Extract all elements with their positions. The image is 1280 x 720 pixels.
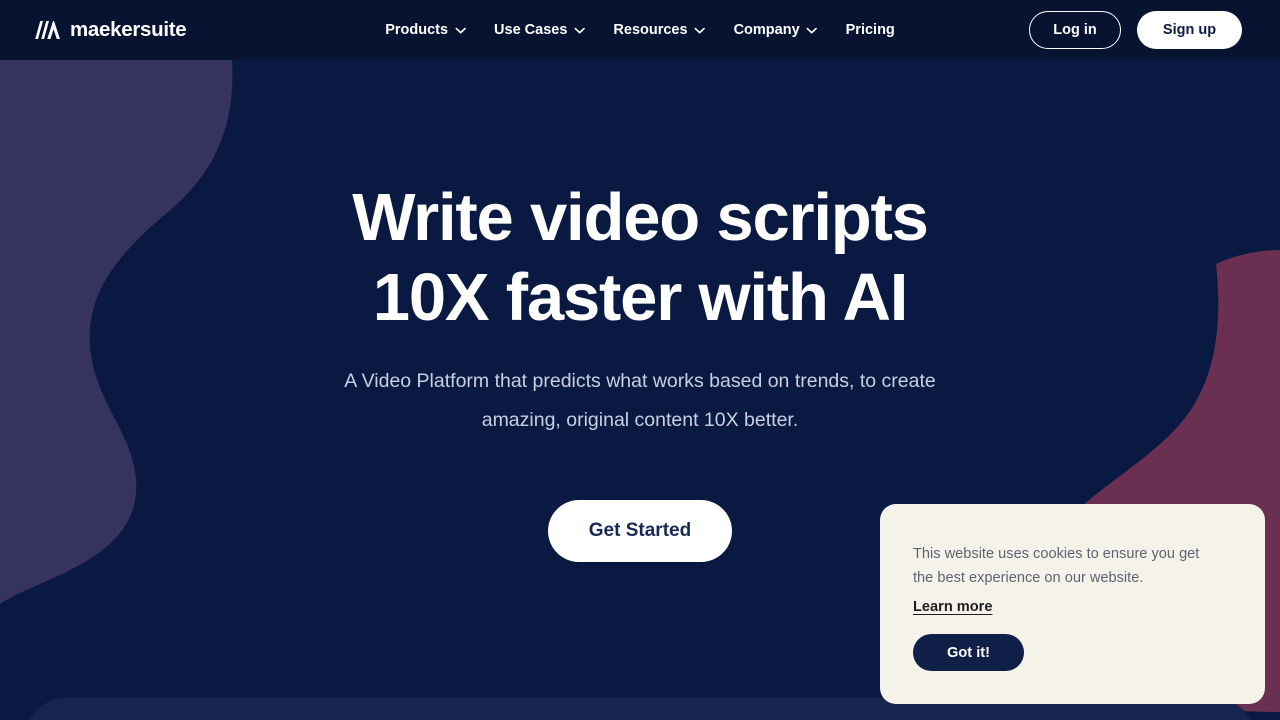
nav-item-label: Use Cases: [494, 22, 568, 38]
cookie-message-line-2: the best experience on our website.: [913, 570, 1144, 586]
brand-logo[interactable]: maekersuite: [34, 18, 187, 42]
brand-name: maekersuite: [70, 18, 187, 41]
main-navbar: maekersuite Products Use Cases Resources: [0, 0, 1280, 60]
nav-links: Products Use Cases Resources Company Pri…: [385, 22, 895, 38]
chevron-down-icon: [574, 27, 586, 33]
login-button[interactable]: Log in: [1029, 11, 1121, 49]
hero-subtitle-line-1: A Video Platform that predicts what work…: [344, 370, 936, 392]
nav-item-company[interactable]: Company: [734, 22, 818, 38]
nav-item-label: Company: [733, 22, 800, 38]
nav-item-use-cases[interactable]: Use Cases: [494, 22, 586, 38]
signup-button[interactable]: Sign up: [1137, 11, 1242, 49]
cookie-consent-banner: This website uses cookies to ensure you …: [880, 504, 1265, 704]
get-started-button[interactable]: Get Started: [548, 500, 732, 562]
nav-item-resources[interactable]: Resources: [613, 22, 706, 38]
nav-actions: Log in Sign up: [1029, 11, 1242, 49]
chevron-down-icon: [806, 27, 818, 33]
cookie-message: This website uses cookies to ensure you …: [913, 542, 1213, 590]
nav-item-label: Resources: [613, 22, 688, 38]
nav-item-products[interactable]: Products: [385, 22, 466, 38]
cookie-message-line-1: This website uses cookies to ensure you …: [913, 546, 1200, 562]
hero-title-line-1: Write video scripts: [352, 180, 929, 255]
learn-more-link[interactable]: Learn more: [913, 599, 992, 615]
nav-item-label: Pricing: [845, 22, 895, 38]
cookie-accept-button[interactable]: Got it!: [913, 634, 1024, 671]
landing-page: maekersuite Products Use Cases Resources: [0, 0, 1280, 720]
hero-title-line-2: 10X faster with AI: [372, 260, 909, 335]
chevron-down-icon: [455, 27, 466, 33]
nav-item-pricing[interactable]: Pricing: [846, 22, 895, 38]
nav-item-label: Products: [385, 22, 449, 38]
hero-subtitle: A Video Platform that predicts what work…: [260, 362, 1020, 440]
hero-subtitle-line-2: amazing, original content 10X better.: [481, 409, 799, 431]
chevron-down-icon: [694, 27, 706, 33]
maekersuite-logo-icon: [35, 21, 60, 39]
hero-title: Write video scripts 10X faster with AI: [140, 178, 1140, 338]
